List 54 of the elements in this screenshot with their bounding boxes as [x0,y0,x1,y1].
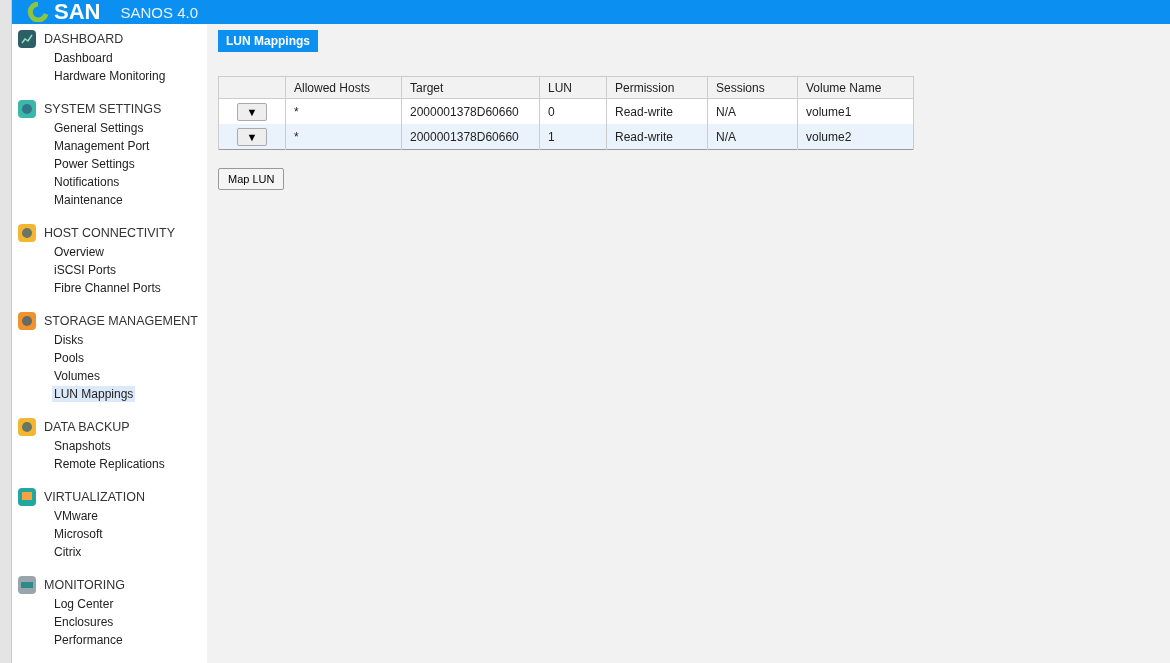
sidebar-item[interactable]: Microsoft [52,526,105,542]
sidebar-item[interactable]: LUN Mappings [52,386,136,402]
table-cell: 1 [539,124,607,150]
sidebar-item[interactable]: Power Settings [52,156,137,172]
column-header: LUN [539,76,607,99]
table-cell: * [285,124,402,150]
sidebar-item[interactable]: Log Center [52,596,116,612]
sidebar-item[interactable]: Maintenance [52,192,125,208]
section-title: MONITORING [44,578,126,592]
column-header: Target [401,76,540,99]
sidebar-item[interactable]: Citrix [52,544,84,560]
sidebar-item[interactable]: VMware [52,508,100,524]
sidebar-item[interactable]: Enclosures [52,614,116,630]
column-header: Volume Name [797,76,914,99]
section-icon [18,488,36,506]
section-icon [18,224,36,242]
section-icon [18,312,36,330]
section-title: DATA BACKUP [44,420,130,434]
section-title: STORAGE MANAGEMENT [44,314,198,328]
section-icon [18,100,36,118]
section-icon [18,30,36,48]
table-cell: volume2 [797,124,914,150]
section-title: DASHBOARD [44,32,124,46]
sidebar-item[interactable]: Hardware Monitoring [52,68,168,84]
table-cell: N/A [707,124,798,150]
logo-text: SAN [54,0,101,24]
sidebar-item[interactable]: Dashboard [52,50,115,66]
section-title: SYSTEM SETTINGS [44,102,162,116]
sidebar-item[interactable]: Notifications [52,174,122,190]
section-icon [18,418,36,436]
table-cell: 2000001378D60660 [401,124,540,150]
sidebar-item[interactable]: General Settings [52,120,146,136]
sidebar-item[interactable]: Volumes [52,368,103,384]
column-header: Sessions [707,76,798,99]
map-lun-button[interactable]: Map LUN [218,168,285,190]
sidebar-item[interactable]: Pools [52,350,87,366]
section-title: VIRTUALIZATION [44,490,145,504]
sidebar-item[interactable]: Remote Replications [52,456,167,472]
sidebar-item[interactable]: Disks [52,332,86,348]
row-menu-button[interactable]: ▼ [237,102,267,121]
column-header: Permission [606,76,708,99]
sidebar-item[interactable]: Overview [52,244,106,260]
product-version: SANOS 4.0 [120,3,198,21]
column-header: Allowed Hosts [285,76,402,99]
sidebar-item[interactable]: Performance [52,632,125,648]
sidebar-item[interactable]: Snapshots [52,438,113,454]
sidebar-item[interactable]: iSCSI Ports [52,262,118,278]
table-cell: Read-write [606,124,708,150]
section-icon [18,576,36,594]
row-menu-button[interactable]: ▼ [237,127,267,146]
section-title: HOST CONNECTIVITY [44,226,176,240]
sidebar-item[interactable]: Management Port [52,138,152,154]
sidebar-item[interactable]: Fibre Channel Ports [52,280,163,296]
logo-ring-icon [26,2,50,22]
